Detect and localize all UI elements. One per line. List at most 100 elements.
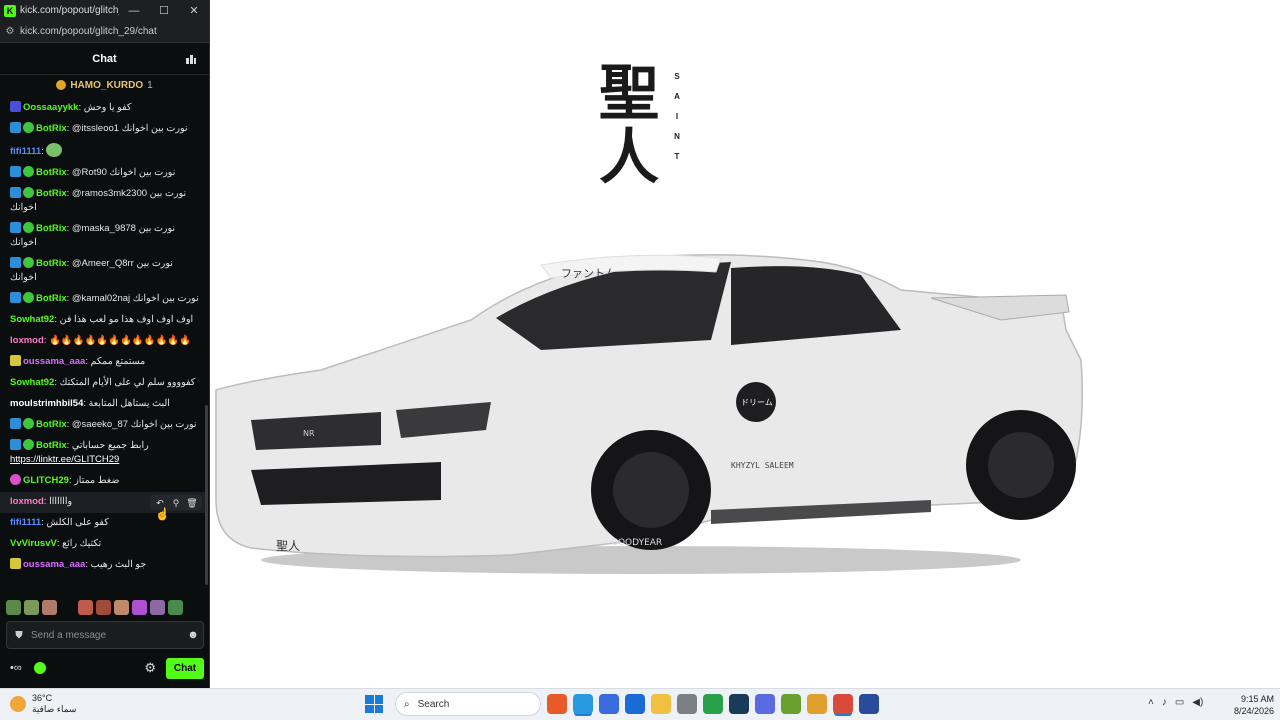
chat-message[interactable]: loxmod: وااااااا ↶ ⚲ 🗑 [0,492,206,513]
chat-text: كفو يا وحش [83,102,132,113]
brave-icon[interactable] [547,694,567,714]
chat-username[interactable]: Oossaayykk [23,102,78,113]
vpn-icon[interactable] [859,694,879,714]
chat-message[interactable]: Sowhat92: اوف اوف اوف هذا مو لعب هذا فن [0,310,206,331]
nvidia-icon[interactable] [781,694,801,714]
verified-badge-icon [23,292,34,303]
chat-link[interactable]: https://linktr.ee/GLITCH29 [10,454,119,465]
gear-icon[interactable]: ⚙ [144,660,156,676]
edge-icon[interactable] [573,694,593,714]
chat-username[interactable]: oussama_aaa [23,559,85,570]
maximize-button[interactable]: ☐ [149,4,179,17]
message-input[interactable] [31,629,183,641]
chat-text: @kamal02naj نورت بين اخوانك [71,293,199,304]
chat-message[interactable]: BotRix: @ramos3mk2300 نورت بين اخوانك [0,184,206,219]
weather-widget[interactable]: 36°C سماء صافية [10,693,76,715]
windows-start-icon[interactable] [365,695,383,713]
chat-message[interactable]: Sowhat92: كفوووو سلم لي على الأيام المتك… [0,373,206,394]
emote-icon[interactable] [6,599,21,615]
emote-icon[interactable] [78,599,93,615]
chevron-up-icon[interactable]: ˄ [1148,697,1154,708]
outlook-icon[interactable] [625,694,645,714]
emote-icon[interactable] [114,599,129,615]
volume-icon[interactable]: ◀) [1192,697,1203,708]
chat-username[interactable]: BotRix [36,223,67,234]
emote-icon[interactable] [150,599,165,615]
chat-message[interactable]: oussama_aaa: مستمتع ممكم [0,352,206,373]
chat-username[interactable]: BotRix [36,293,67,304]
chat-title: Chat [92,52,117,65]
bumper-text: 聖人 [276,539,300,553]
chrome-icon[interactable] [833,694,853,714]
chat-username[interactable]: BotRix [36,188,67,199]
windshield-text: ファントム [561,267,616,280]
network-icon[interactable]: ▭ [1175,697,1184,708]
chat-message[interactable]: BotRix: @kamal02naj نورت بين اخوانك [0,289,206,310]
close-button[interactable]: ✕ [179,4,209,17]
chat-username[interactable]: VvVirusvV [10,538,57,549]
chat-username[interactable]: oussama_aaa [23,356,85,367]
discord-icon[interactable] [755,694,775,714]
chat-send-button[interactable]: Chat [166,657,204,679]
chat-scrollbar[interactable] [205,405,208,585]
chat-message[interactable]: GLITCH29: ضغط ممتاز [0,471,206,492]
chat-message[interactable]: BotRix: @itssleoo1 نورت بين اخوانك [0,119,206,140]
site-settings-icon[interactable]: ⚙ [0,26,20,37]
store-icon[interactable] [599,694,619,714]
emote-icon[interactable] [60,599,75,615]
chat-username[interactable]: Sowhat92 [10,314,54,325]
chat-message[interactable]: VvVirusvV: تكتيك رائع [0,534,206,555]
message-input-box[interactable]: ⛊ ☻ [6,621,204,649]
chat-username[interactable]: fifi1111 [10,146,41,157]
chat-message[interactable]: loxmod: 🔥🔥🔥🔥🔥🔥🔥🔥🔥🔥🔥🔥 [0,331,206,352]
chat-username[interactable]: BotRix [36,167,67,178]
chat-message[interactable]: BotRix: @Ameer_Q8rr نورت بين اخوانك [0,254,206,289]
settings-icon[interactable] [677,694,697,714]
chat-username[interactable]: moulstrimhbil54 [10,398,83,409]
chat-message[interactable]: moulstrimhbil54: البث يستاهل المتابعة [0,394,206,415]
chat-username[interactable]: BotRix [36,440,67,451]
minimize-button[interactable]: — [119,5,149,17]
tv-badge-icon [10,101,21,112]
chat-messages: Oossaayykk: كفو يا وحش BotRix: @itssleoo1… [0,98,206,594]
mic-icon[interactable]: ♪ [1162,697,1167,708]
pin-icon[interactable]: ⚲ [169,497,183,509]
chat-username[interactable]: GLITCH29 [23,475,69,486]
chat-bottom-bar: •∞ ⚙ Chat [0,655,210,681]
chat-username[interactable]: BotRix [36,123,67,134]
url-bar[interactable]: ⚙ kick.com/popout/glitch_29/chat [0,21,209,43]
chat-message[interactable]: BotRix: رابط جميع حساباتي https://linktr.… [0,436,206,471]
emote-icon[interactable] [24,599,39,615]
steam-icon[interactable] [729,694,749,714]
emote-icon[interactable] [132,599,147,615]
emote-icon[interactable] [168,599,183,615]
files-icon[interactable] [651,694,671,714]
chat-username[interactable]: BotRix [36,258,67,269]
chat-username[interactable]: BotRix [36,419,67,430]
chat-username[interactable]: loxmod [10,335,44,346]
chat-username[interactable]: fifi1111 [10,517,41,528]
top-gifter[interactable]: HAMO_KURDO 1 [0,75,209,95]
chat-username[interactable]: Sowhat92 [10,377,54,388]
kick-coin-icon[interactable] [33,662,46,674]
pen-icon[interactable] [807,694,827,714]
chat-message[interactable]: oussama_aaa: جو البث رهيب [0,555,206,576]
emoji-icon[interactable]: ☻ [183,629,203,641]
chat-message[interactable]: BotRix: @saeeko_87 نورت بين اخوانك [0,415,206,436]
channel-points[interactable]: •∞ [10,662,22,674]
users-icon[interactable] [185,53,197,65]
chat-message[interactable]: Oossaayykk: كفو يا وحش [0,98,206,119]
xbox-icon[interactable] [703,694,723,714]
chat-message[interactable]: BotRix: @Rot90 نورت بين اخوانك [0,163,206,184]
taskbar-search[interactable]: ⌕ Search [395,692,541,716]
chat-username[interactable]: loxmod [10,496,44,507]
front-rim [613,452,689,528]
emote-icon[interactable] [42,599,57,615]
chat-message[interactable]: BotRix: @maska_9878 نورت بين اخوانك [0,219,206,254]
chat-message[interactable]: fifi1111: كفو على الكلش [0,513,206,534]
clock[interactable]: 9:15 AM 8/24/2026 [1222,693,1274,717]
chat-message[interactable]: fifi1111: [0,140,206,163]
delete-icon[interactable]: 🗑 [185,497,199,509]
chat-text: @Rot90 نورت بين اخوانك [71,167,176,178]
emote-icon[interactable] [96,599,111,615]
